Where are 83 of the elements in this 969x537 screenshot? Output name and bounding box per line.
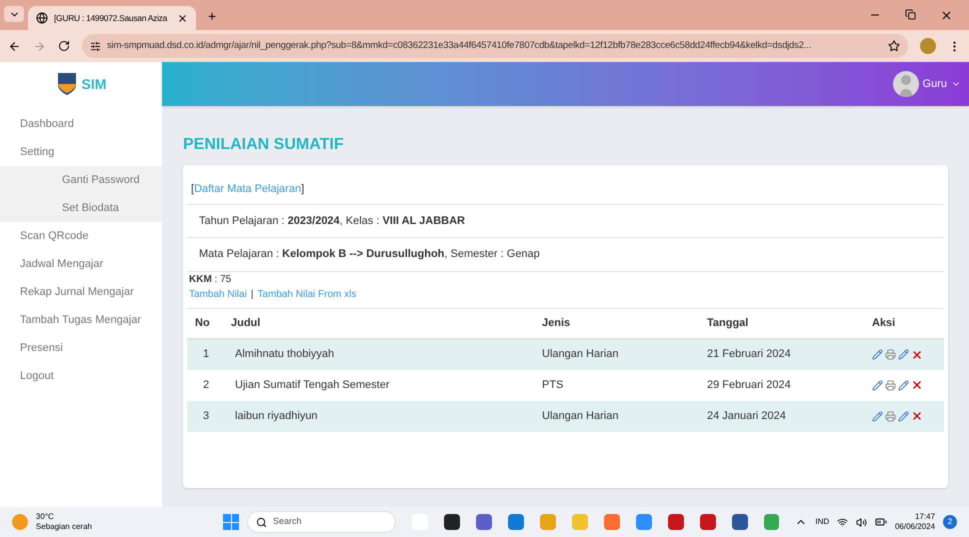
language-indicator[interactable]: IND <box>815 516 830 528</box>
table-cell: 3 <box>203 410 210 422</box>
table-cell: Ujian Sumatif Tengah Semester <box>235 378 390 391</box>
table-cell: Almihnatu thobiyyah <box>235 348 334 360</box>
sidebar-item[interactable]: Rekap Jurnal Mengajar <box>0 278 162 306</box>
windows-start-icon[interactable] <box>223 514 239 530</box>
column-header: No <box>195 316 210 329</box>
taskbar-search-field[interactable]: Search <box>246 511 396 533</box>
user-avatar-icon[interactable] <box>892 71 919 97</box>
tab-list-button[interactable] <box>4 6 24 22</box>
user-name[interactable]: Guru <box>922 76 947 92</box>
bracket-text: ] <box>301 183 304 195</box>
subject-list-link[interactable]: Daftar Mata Pelajaran <box>194 183 302 195</box>
table-cell: laibun riyadhiyun <box>235 410 318 422</box>
page-title: PENILAIAN SUMATIF <box>183 135 345 155</box>
print-icon[interactable] <box>885 349 896 360</box>
back-icon <box>8 40 21 52</box>
forward-icon <box>33 40 46 52</box>
weather-text: Sebagian cerah <box>36 522 93 532</box>
shield-logo-icon <box>56 71 78 97</box>
table-cell: 1 <box>203 348 210 360</box>
wifi-icon <box>837 516 848 528</box>
profile-avatar-icon[interactable] <box>920 38 936 54</box>
column-header: Tanggal <box>707 316 748 329</box>
edit-icon[interactable] <box>898 349 909 360</box>
reload-icon <box>58 40 70 52</box>
logo-text: SIM <box>82 74 106 94</box>
action-link[interactable]: Tambah Nilai <box>189 288 247 300</box>
sidebar-item[interactable]: Jadwal Mengajar <box>0 250 162 278</box>
edit-icon[interactable] <box>898 380 909 390</box>
sidebar-item[interactable]: Tambah Tugas Mengajar <box>0 306 162 334</box>
globe-icon <box>36 12 48 24</box>
close-icon <box>940 9 953 22</box>
address-bar[interactable]: sim-smpmuad.dsd.co.id/admgr/ajar/nil_penggerak.php?sub=8&mmkd=c08362231e33a44f6457410fe7807cdb&tapelkd=12f12bfb78e283cce6c58dd24ffecb94&kelkd=dsdjds2... <box>82 34 908 58</box>
sidebar-item[interactable]: Dashboard <box>0 110 162 138</box>
table-cell: 21 Februari 2024 <box>707 348 791 360</box>
site-settings-icon <box>90 40 101 52</box>
delete-icon[interactable] <box>911 379 923 391</box>
sidebar-item[interactable]: Logout <box>0 362 162 390</box>
edit-icon[interactable] <box>872 410 883 422</box>
sidebar-item[interactable]: Ganti Password <box>0 166 162 194</box>
edit-icon[interactable] <box>872 380 883 390</box>
weather-sun-icon <box>12 514 28 530</box>
table-cell: Ulangan Harian <box>542 348 618 360</box>
delete-icon[interactable] <box>911 410 923 422</box>
new-tab-button[interactable]: + <box>200 6 224 26</box>
search-icon <box>256 516 267 528</box>
clock-time: 17:47 <box>915 512 936 522</box>
edit-icon[interactable] <box>872 349 883 360</box>
action-link[interactable]: Tambah Nilai From xls <box>257 288 356 300</box>
browser-tab[interactable]: [GURU : 1499072.Sausan Aziza <box>28 6 196 30</box>
search-placeholder: Search <box>272 515 302 528</box>
sidebar-item[interactable]: Setting <box>0 138 162 166</box>
table-cell: 24 Januari 2024 <box>707 410 786 422</box>
sidebar-item[interactable]: Scan QRcode <box>0 222 162 250</box>
clock-date: 06/06/2024 <box>894 522 936 532</box>
delete-icon[interactable] <box>911 348 923 360</box>
bracket-text: [ <box>191 183 194 195</box>
info-line: Tahun Pelajaran : 2023/2024, Kelas : VIII AL JABBAR <box>199 214 465 226</box>
table-cell: PTS <box>542 378 564 391</box>
table-cell: 29 Februari 2024 <box>707 378 791 391</box>
tab-title: [GURU : 1499072.Sausan Aziza <box>54 12 168 24</box>
table-cell: 2 <box>203 378 210 391</box>
separator-text: | <box>250 288 254 300</box>
column-header: Aksi <box>872 316 896 329</box>
volume-icon <box>856 516 868 528</box>
sidebar-item[interactable]: Presensi <box>0 334 162 362</box>
print-icon[interactable] <box>885 410 896 422</box>
table-cell: Ulangan Harian <box>542 410 618 422</box>
bookmark-star-icon <box>888 40 900 52</box>
sidebar-item[interactable]: Set Biodata <box>0 194 162 222</box>
temperature-text: 30°C <box>36 512 55 522</box>
url-text: sim-smpmuad.dsd.co.id/admgr/ajar/nil_penggerak.php?sub=8&mmkd=c08362231e33a44f6457410fe7807cdb&tapelkd=12f12bfb78e283cce6c58dd24ffecb94&kelkd=dsdjds2... <box>107 38 812 53</box>
column-header: Jenis <box>542 316 570 329</box>
print-icon[interactable] <box>885 380 896 390</box>
close-icon <box>177 12 188 24</box>
notification-badge[interactable]: 2 <box>943 515 957 529</box>
column-header: Judul <box>231 316 260 329</box>
edit-icon[interactable] <box>898 410 909 422</box>
kkm-text: KKM : 75 <box>189 274 232 284</box>
info-line: Mata Pelajaran : Kelompok B --> Durusullughoh, Semester : Genap <box>199 248 540 260</box>
battery-icon <box>875 516 887 528</box>
restore-icon <box>905 9 916 20</box>
